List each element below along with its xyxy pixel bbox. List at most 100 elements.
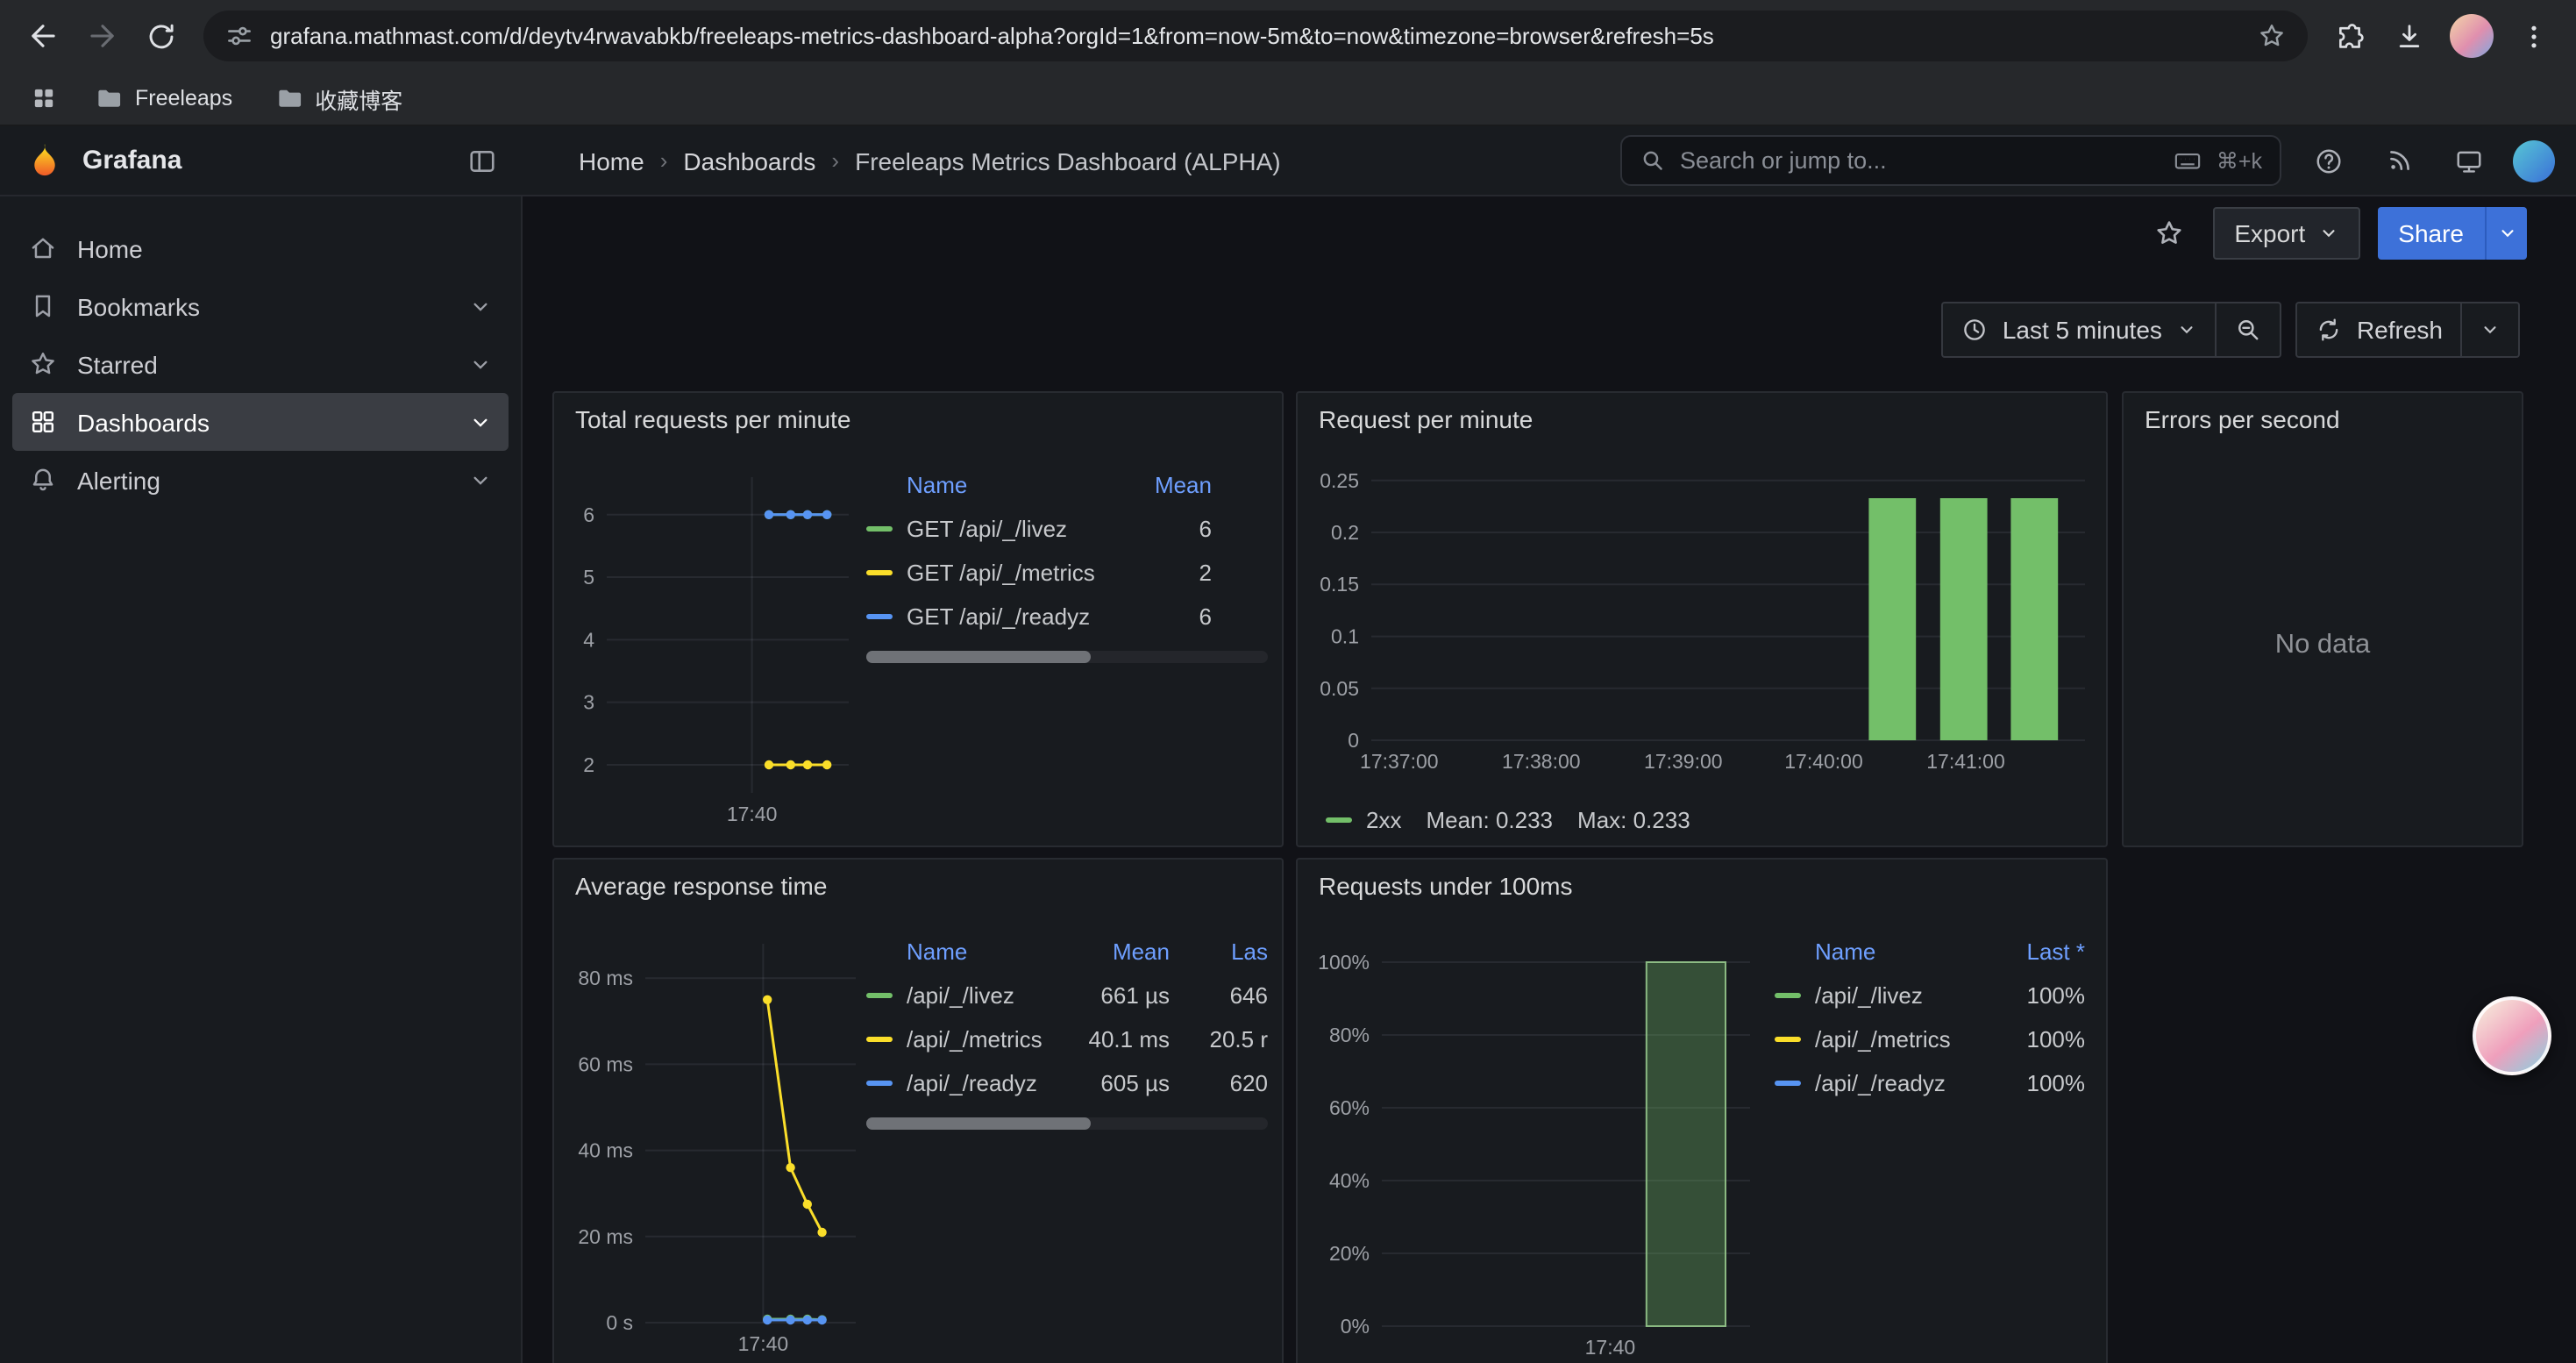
svg-text:17:39:00: 17:39:00	[1644, 750, 1723, 773]
site-settings-icon[interactable]	[224, 21, 254, 51]
sidebar-item-label: Home	[77, 234, 143, 262]
panel-total-requests: Total requests per minute 2345617:40 Nam…	[552, 391, 1284, 847]
panel-header[interactable]: Requests under 100ms	[1298, 860, 2106, 912]
browser-profile-avatar[interactable]	[2450, 14, 2494, 58]
legend-column-name[interactable]: Name	[866, 938, 1061, 965]
downloads-icon[interactable]	[2381, 8, 2437, 64]
legend-scrollbar[interactable]	[866, 651, 1268, 663]
panel-requests-under-100ms: Requests under 100ms 0%20%40%60%80%100%1…	[1296, 858, 2108, 1363]
legend-row[interactable]: GET /api/_/livez6	[866, 507, 1268, 551]
favorite-star-icon[interactable]	[2143, 207, 2195, 260]
search-input[interactable]	[1680, 147, 2159, 174]
url-input[interactable]	[270, 23, 2241, 49]
legend-total-requests: NameMean GET /api/_/livez6GET /api/_/metr…	[866, 463, 1268, 663]
back-icon[interactable]	[14, 8, 70, 64]
grafana-header: Grafana Home › Dashboards › Freeleaps Me…	[0, 126, 2576, 196]
legend-column[interactable]: Mean	[1121, 472, 1212, 498]
legend-column[interactable]: Last *	[1987, 938, 2085, 965]
panel-header[interactable]: Errors per second	[2124, 393, 2522, 446]
refresh-interval-button[interactable]	[2460, 303, 2518, 356]
legend-row[interactable]: GET /api/_/metrics2	[866, 551, 1268, 595]
time-range-button[interactable]: Last 5 minutes	[1943, 303, 2215, 356]
time-picker-group: Last 5 minutes	[1941, 302, 2281, 358]
svg-text:17:41:00: 17:41:00	[1926, 750, 2005, 773]
chevron-down-icon[interactable]	[468, 294, 493, 318]
bookmark-item-blog[interactable]: 收藏博客	[260, 76, 416, 120]
panel-title: Request per minute	[1319, 405, 1533, 433]
legend-column[interactable]: Las	[1170, 938, 1268, 965]
grafana-logo[interactable]	[25, 140, 65, 181]
user-avatar[interactable]	[2513, 139, 2555, 182]
panel-request-per-minute: Request per minute 00.050.10.150.20.2517…	[1296, 391, 2108, 847]
chevron-down-icon	[2176, 319, 2197, 340]
chart-avg-response-time[interactable]: 0 s20 ms40 ms60 ms80 ms17:40	[568, 930, 866, 1361]
legend-row[interactable]: /api/_/readyz605 µs620	[866, 1061, 1268, 1105]
bookmarks-bar: Freeleaps 收藏博客	[0, 72, 2576, 126]
reload-icon[interactable]	[133, 8, 189, 64]
sidebar-item-alerting[interactable]: Alerting	[12, 451, 509, 509]
breadcrumb-home[interactable]: Home	[579, 146, 644, 175]
panel-header[interactable]: Average response time	[554, 860, 1282, 912]
bookmark-label: 收藏博客	[315, 82, 402, 115]
legend-row[interactable]: /api/_/readyz100%	[1775, 1061, 2092, 1105]
bookmark-star-icon[interactable]	[2257, 21, 2287, 51]
sidebar-toggle-icon[interactable]	[466, 145, 498, 176]
screen: Freeleaps 收藏博客 Grafana Home › Dashboards…	[0, 0, 2576, 1363]
panel-header[interactable]: Request per minute	[1298, 393, 2106, 446]
scrollbar-thumb[interactable]	[866, 651, 1091, 663]
chevron-down-icon[interactable]	[468, 352, 493, 376]
share-menu-button[interactable]	[2485, 207, 2527, 260]
scrollbar-thumb[interactable]	[866, 1117, 1091, 1130]
legend-column-name[interactable]: Name	[1775, 938, 1987, 965]
breadcrumb-dashboards[interactable]: Dashboards	[683, 146, 815, 175]
chevron-down-icon[interactable]	[468, 467, 493, 492]
chart-requests-under-100ms[interactable]: 0%20%40%60%80%100%17:40	[1312, 923, 1761, 1363]
news-rss-icon[interactable]	[2373, 134, 2425, 187]
search-icon	[1640, 147, 1666, 174]
chart-total-requests[interactable]: 2345617:40	[568, 463, 859, 831]
bookmark-item-freeleaps[interactable]: Freeleaps	[81, 79, 246, 118]
refresh-button[interactable]: Refresh	[2297, 303, 2460, 356]
grafana-body: Home Bookmarks Starred	[0, 196, 2576, 1363]
chevron-down-icon[interactable]	[468, 410, 493, 434]
sidebar-item-starred[interactable]: Starred	[12, 335, 509, 393]
url-bar[interactable]	[203, 11, 2308, 61]
series-color-swatch	[866, 1081, 893, 1086]
bookmark-label: Freeleaps	[135, 86, 232, 111]
zoom-out-button[interactable]	[2215, 303, 2280, 356]
share-button[interactable]: Share	[2377, 207, 2485, 260]
breadcrumb-current: Freeleaps Metrics Dashboard (ALPHA)	[855, 146, 1281, 175]
panel-errors-per-second: Errors per second No data	[2122, 391, 2523, 847]
svg-text:80%: 80%	[1329, 1024, 1370, 1046]
panel-header[interactable]: Total requests per minute	[554, 393, 1282, 446]
sidebar-item-home[interactable]: Home	[12, 219, 509, 277]
legend-row[interactable]: /api/_/livez100%	[1775, 974, 2092, 1017]
svg-text:0.2: 0.2	[1331, 521, 1359, 544]
forward-icon[interactable]	[74, 8, 130, 64]
svg-text:6: 6	[583, 503, 594, 526]
legend-row[interactable]: /api/_/metrics100%	[1775, 1017, 2092, 1061]
home-icon	[28, 233, 58, 263]
brand-name: Grafana	[82, 146, 181, 175]
zoom-out-icon	[2234, 316, 2262, 344]
browser-menu-icon[interactable]	[2506, 8, 2562, 64]
legend-row[interactable]: /api/_/metrics40.1 ms20.5 r	[866, 1017, 1268, 1061]
legend-row[interactable]: GET /api/_/readyz6	[866, 595, 1268, 639]
export-button[interactable]: Export	[2213, 207, 2359, 260]
chart-request-per-minute[interactable]: 00.050.10.150.20.2517:37:0017:38:0017:39…	[1312, 449, 2096, 779]
apps-grid-icon[interactable]	[21, 84, 67, 112]
brand-area: Grafana	[0, 140, 523, 181]
extensions-icon[interactable]	[2322, 8, 2378, 64]
search-box[interactable]: ⌘+k	[1620, 135, 2281, 186]
sidebar-item-dashboards[interactable]: Dashboards	[12, 393, 509, 451]
sidebar-item-bookmarks[interactable]: Bookmarks	[12, 277, 509, 335]
help-icon[interactable]	[2302, 134, 2355, 187]
legend-column-name[interactable]: Name	[866, 472, 1121, 498]
floating-assistant-avatar[interactable]	[2473, 996, 2551, 1075]
legend-row[interactable]: /api/_/livez661 µs646	[866, 974, 1268, 1017]
display-icon[interactable]	[2443, 134, 2495, 187]
panel-title: Total requests per minute	[575, 405, 850, 433]
legend-series[interactable]: 2xx	[1326, 807, 1401, 833]
legend-column[interactable]: Mean	[1061, 938, 1170, 965]
legend-scrollbar[interactable]	[866, 1117, 1268, 1130]
